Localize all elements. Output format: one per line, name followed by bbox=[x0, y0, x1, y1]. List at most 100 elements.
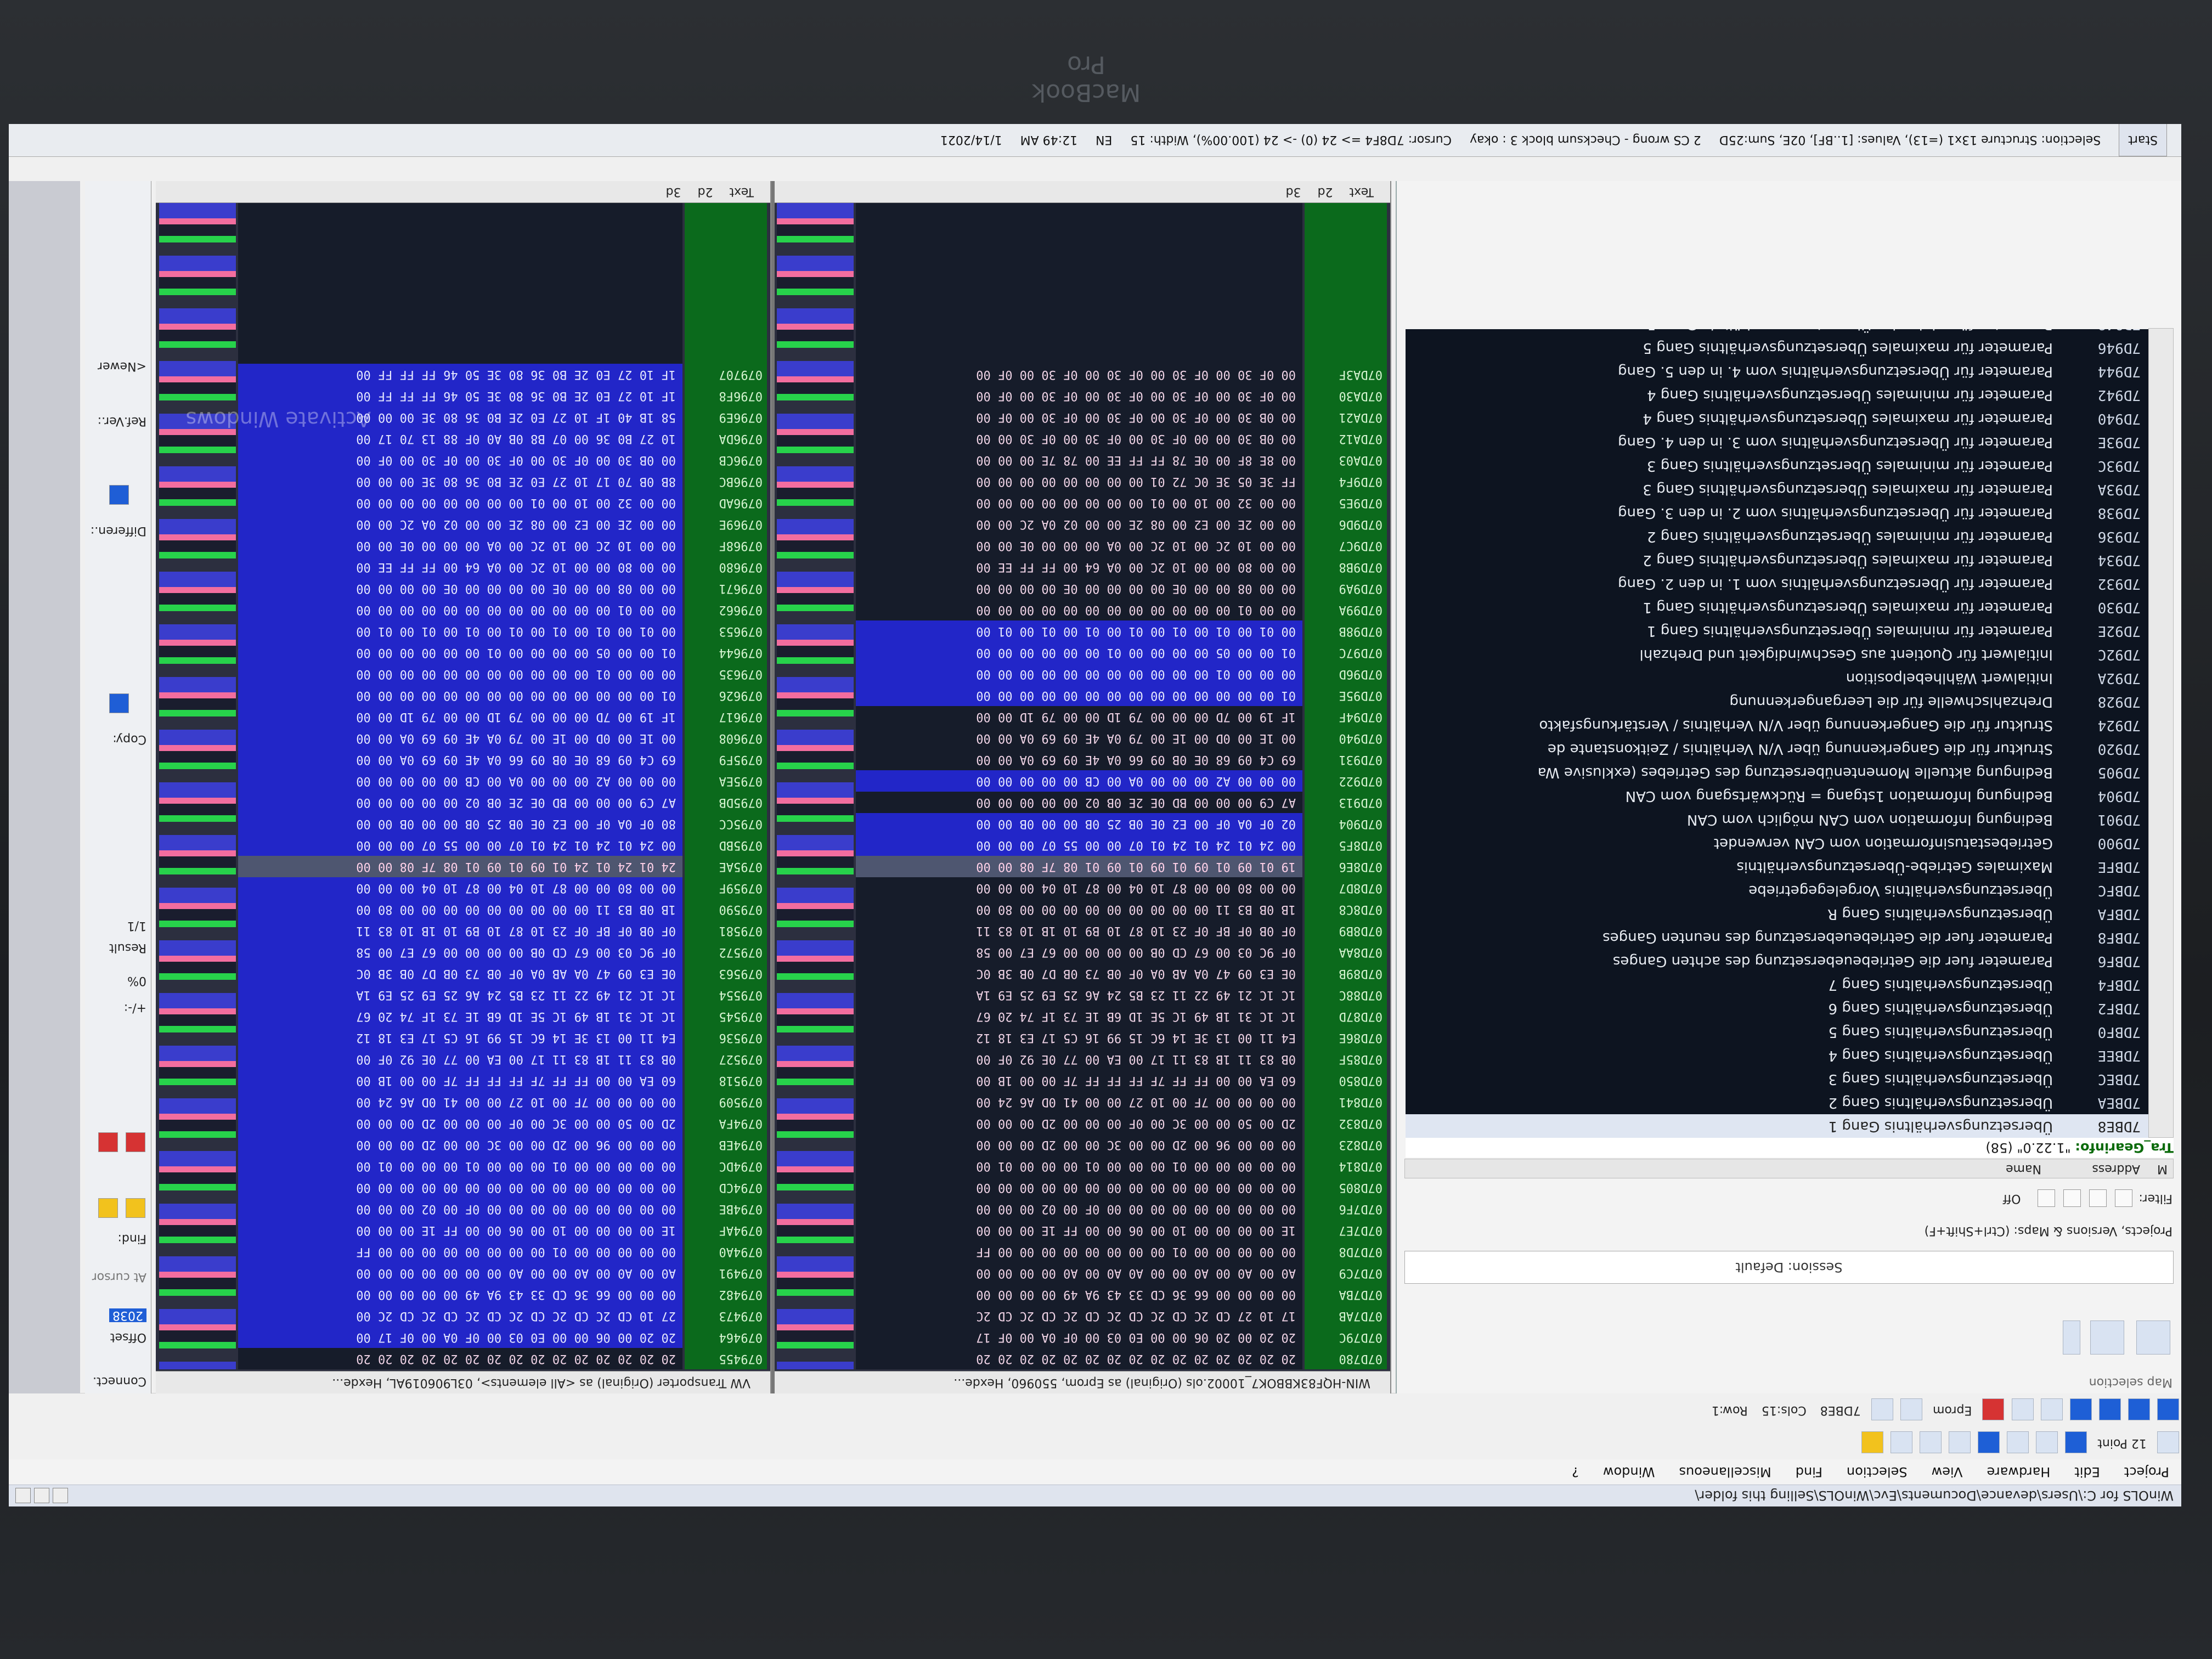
filter-button[interactable] bbox=[2038, 1189, 2056, 1207]
hex-row[interactable]: 27 10 CD 2C CD 2C CD 2C CD 2C CD 2C CD 2… bbox=[238, 1305, 682, 1327]
map-list-item[interactable]: 7DBF8 Parameter fuer die Getriebeueberset… bbox=[1406, 926, 2148, 949]
hex-row[interactable]: 00 00 32 00 10 00 01 00 00 00 00 00 00 0… bbox=[856, 492, 1302, 514]
folder-icon[interactable] bbox=[2136, 1321, 2170, 1355]
session-field[interactable]: Session: Default bbox=[1404, 1251, 2174, 1284]
hex-row[interactable]: 2D 00 50 00 00 3C 00 0F 00 00 00 2D 00 0… bbox=[238, 1113, 682, 1134]
col-name[interactable]: Name bbox=[2006, 1159, 2041, 1178]
hex-row[interactable]: 00 00 00 01 00 00 00 00 00 00 00 00 00 0… bbox=[238, 663, 682, 685]
hex-row[interactable]: 00 00 00 00 7F 00 10 27 00 00 41 0D A6 2… bbox=[856, 1091, 1302, 1113]
col-m[interactable]: M bbox=[2157, 1159, 2168, 1178]
map-list-item[interactable]: 7DBE8 Übersetzungsverhältnis Gang 1 bbox=[1406, 1114, 2148, 1138]
hex-row[interactable]: 0F 0B 0F BF 0F 23 10 87 10 B9 10 1B 10 8… bbox=[238, 920, 682, 941]
hex-row[interactable]: 00 00 00 00 00 00 00 00 00 0F 00 02 00 0… bbox=[238, 1198, 682, 1220]
hex-row[interactable]: 60 EA 00 00 FF FF 7F FF FF FF 7F 00 00 1… bbox=[856, 1070, 1302, 1091]
font-size-icon[interactable] bbox=[2157, 1431, 2179, 1453]
find-next-icon[interactable] bbox=[126, 1198, 145, 1218]
view-tab[interactable]: Text bbox=[730, 185, 754, 199]
map-list-item[interactable]: 7D900 Getriebestatusinformation vom CAN v… bbox=[1406, 831, 2148, 855]
find-icon[interactable] bbox=[1900, 1398, 1922, 1420]
map-list-item[interactable]: 7D93E Parameter für Übersetzungsverhältni… bbox=[1406, 430, 2148, 454]
filter-button[interactable] bbox=[2115, 1189, 2133, 1207]
map-list-item[interactable]: 7DBF0 Übersetzungsverhältnis Gang 5 bbox=[1406, 1020, 2148, 1043]
hex-row[interactable]: 00 00 32 00 10 00 01 00 00 00 00 00 00 0… bbox=[238, 492, 682, 514]
hex-row[interactable]: 00 00 00 00 00 00 00 00 00 0F 00 02 00 0… bbox=[856, 1198, 1302, 1220]
hex-row[interactable]: 00 0B 30 00 00 0F 30 00 0F 30 00 0F 30 0… bbox=[856, 428, 1302, 449]
col-address[interactable]: Address bbox=[2092, 1159, 2140, 1178]
hex-row[interactable]: 00 00 80 00 00 87 10 04 00 87 10 04 00 0… bbox=[238, 877, 682, 899]
hex-row[interactable]: 69 C4 09 68 0E 0B 09 66 0A 4E 09 69 0A 0… bbox=[238, 749, 682, 770]
map-list-item[interactable]: 7D940 Parameter für maximales Übersetzung… bbox=[1406, 407, 2148, 430]
hex-row[interactable]: 01 00 00 05 00 00 00 00 01 00 00 00 00 0… bbox=[856, 642, 1302, 663]
hex-data[interactable]: 20 20 20 20 20 20 20 20 20 20 20 20 20 2… bbox=[238, 203, 682, 1369]
map-list-item[interactable]: 7D905 Bedingung aktuelle Momentenübersetz… bbox=[1406, 760, 2148, 784]
nav-next-icon[interactable] bbox=[2069, 1398, 2092, 1420]
hex-row[interactable]: 1F 19 00 7D 00 00 00 79 1D 00 00 79 1D 0… bbox=[856, 706, 1302, 727]
mark-icon[interactable] bbox=[126, 1132, 145, 1152]
hex-row[interactable]: E4 11 00 13 3E 14 6C 15 99 16 C5 17 E3 1… bbox=[856, 1027, 1302, 1048]
hex-row[interactable]: 00 00 00 A2 00 00 00 0A 00 CB 00 00 00 0… bbox=[856, 770, 1302, 792]
cols-field[interactable]: Cols:15 bbox=[1762, 1393, 1807, 1426]
map-list-item[interactable]: 7D930 Parameter für maximales Übersetzung… bbox=[1406, 595, 2148, 619]
hex-row[interactable]: 02 0F 0A 0F 00 E2 0E 0B 25 0B 00 00 0B 0… bbox=[856, 813, 1302, 834]
hex-row[interactable]: 00 24 01 24 01 24 01 07 00 00 55 07 00 0… bbox=[238, 834, 682, 856]
view-3d-icon[interactable] bbox=[1977, 1431, 2000, 1453]
map-list-item[interactable]: 7D944 Parameter für Übersetzungsverhältni… bbox=[1406, 359, 2148, 383]
hex-row[interactable]: 24 01 24 01 24 01 09 01 09 01 08 7F 08 0… bbox=[238, 856, 682, 877]
menu-item[interactable]: Hardware bbox=[1987, 1464, 2051, 1480]
hex-row[interactable]: 00 00 00 00 00 01 00 00 00 00 00 00 00 0… bbox=[856, 1241, 1302, 1262]
side-scroll-strip[interactable] bbox=[9, 181, 80, 1393]
hex-row[interactable]: 1B 0B B3 11 00 00 00 00 00 00 00 00 00 8… bbox=[238, 899, 682, 920]
map-list-item[interactable]: 7DBFC Übersetzungsverhältnis Vorgelegeget… bbox=[1406, 878, 2148, 902]
hex-row[interactable]: 00 1E 00 0D 00 1E 00 79 0A 4E 09 69 0A 0… bbox=[238, 727, 682, 749]
view-tab[interactable]: 2d bbox=[698, 185, 713, 199]
map-list-item[interactable]: 7D904 Bedingung Information 1stgang = Rüc… bbox=[1406, 784, 2148, 808]
hex-row[interactable]: 00 00 00 00 66 36 CD 33 43 9A 49 00 00 0… bbox=[856, 1284, 1302, 1305]
hex-row[interactable]: 1F 10 27 E0 2E B0 36 80 3E 50 46 FF FF F… bbox=[238, 364, 682, 385]
offset-input[interactable]: 2038 bbox=[109, 1308, 146, 1322]
flag-icon[interactable] bbox=[1982, 1398, 2005, 1420]
hex-row[interactable]: 00 00 80 00 00 10 2C 00 0A 64 00 FF FF E… bbox=[856, 556, 1302, 578]
hex-row[interactable]: 00 00 80 00 00 87 10 04 00 87 10 04 00 0… bbox=[856, 877, 1302, 899]
map-list-item[interactable]: 7DBFA Übersetzungsverhältnis Gang R bbox=[1406, 902, 2148, 926]
menu-item[interactable]: Selection bbox=[1847, 1464, 1908, 1480]
menu-item[interactable]: ? bbox=[1572, 1464, 1579, 1480]
hex-row[interactable]: 00 00 00 00 00 01 00 00 00 01 00 00 00 0… bbox=[238, 1155, 682, 1177]
filter-button[interactable] bbox=[2063, 1189, 2081, 1207]
menu-item[interactable]: Window bbox=[1603, 1464, 1655, 1480]
percent-icon[interactable] bbox=[1919, 1431, 1942, 1453]
map-list-item[interactable]: 7D93C Parameter für minimales Übersetzung… bbox=[1406, 454, 2148, 477]
view-tab[interactable]: 3d bbox=[1286, 185, 1301, 199]
hex-row[interactable]: 19 01 09 01 09 01 09 01 09 01 08 7F 08 0… bbox=[856, 856, 1302, 877]
hex-row[interactable]: 00 00 00 00 00 01 00 00 00 01 00 00 00 0… bbox=[856, 1155, 1302, 1177]
hex-row[interactable]: 00 00 00 00 7F 00 10 27 00 00 41 0D A6 2… bbox=[238, 1091, 682, 1113]
map-list-item[interactable]: 7DBEA Übersetzungsverhältnis Gang 2 bbox=[1406, 1091, 2148, 1114]
hex-row[interactable]: 0B 83 11 1B 83 11 17 00 EA 00 77 0E 92 0… bbox=[856, 1048, 1302, 1070]
filter-button[interactable] bbox=[2089, 1189, 2107, 1207]
hex-row[interactable]: FF 3E 05 3E 0C 72 01 00 00 00 00 00 00 0… bbox=[856, 471, 1302, 492]
map-list-item[interactable]: 7D932 Parameter für Übersetzungsverhältni… bbox=[1406, 572, 2148, 595]
color-icon[interactable] bbox=[1861, 1431, 1883, 1453]
hex-row[interactable]: 00 00 2E 00 E2 00 08 2E 00 00 02 0A 2C 0… bbox=[238, 514, 682, 535]
map-list-item[interactable]: 7D934 Parameter für maximales Übersetzung… bbox=[1406, 548, 2148, 572]
taskbar-start-button[interactable]: Start bbox=[2119, 124, 2167, 156]
hex-row[interactable]: 01 00 00 00 00 00 00 00 00 00 00 00 00 0… bbox=[856, 685, 1302, 706]
map-list-item[interactable]: 7D936 Parameter für minimales Übersetzung… bbox=[1406, 524, 2148, 548]
close-button[interactable] bbox=[15, 1488, 31, 1503]
hex-row[interactable]: 00 01 00 01 00 01 00 01 00 01 00 01 00 0… bbox=[238, 620, 682, 642]
hex-row[interactable]: 0F 9C 03 00 67 CD 0B 00 00 00 00 67 E7 0… bbox=[856, 941, 1302, 963]
hex-row[interactable]: 00 00 00 00 00 01 00 00 00 00 00 00 00 0… bbox=[238, 1241, 682, 1262]
maximize-button[interactable] bbox=[34, 1488, 49, 1503]
hex-row[interactable]: 00 00 01 00 00 00 00 00 00 00 00 00 00 0… bbox=[238, 599, 682, 620]
hex-row[interactable]: 2D 00 50 00 00 3C 00 0F 00 00 00 2D 00 0… bbox=[856, 1113, 1302, 1134]
map-list-item[interactable]: 7D948Parameter für minimales Übersetzung… bbox=[1406, 329, 2148, 336]
mark-icon[interactable] bbox=[98, 1132, 118, 1152]
hex-row[interactable]: A0 00 A0 00 A0 00 00 A0 A0 00 A0 00 00 0… bbox=[856, 1262, 1302, 1284]
table-icon[interactable] bbox=[2040, 1398, 2063, 1420]
hex-row[interactable]: E4 11 00 13 3E 14 6C 15 99 16 C5 17 E3 1… bbox=[238, 1027, 682, 1048]
hex-row[interactable]: 00 00 08 00 00 0E 00 00 00 00 0E 00 00 0… bbox=[856, 578, 1302, 599]
map-list-item[interactable]: 7DBF6 Parameter fuer die Getriebeueberset… bbox=[1406, 949, 2148, 973]
hex-row[interactable]: A0 00 A0 00 A0 00 00 A0 00 00 00 00 00 0… bbox=[238, 1262, 682, 1284]
hex-row[interactable]: 80 0F 0A 0F 00 E2 0E 0B 25 0B 00 00 0B 0… bbox=[238, 813, 682, 834]
hex-row[interactable]: 17 10 27 CD 2C CD 2C CD 2C CD 2C CD 2C C… bbox=[856, 1305, 1302, 1327]
hex-row[interactable]: 20 20 20 20 20 20 20 20 20 20 20 20 20 2… bbox=[856, 1348, 1302, 1369]
